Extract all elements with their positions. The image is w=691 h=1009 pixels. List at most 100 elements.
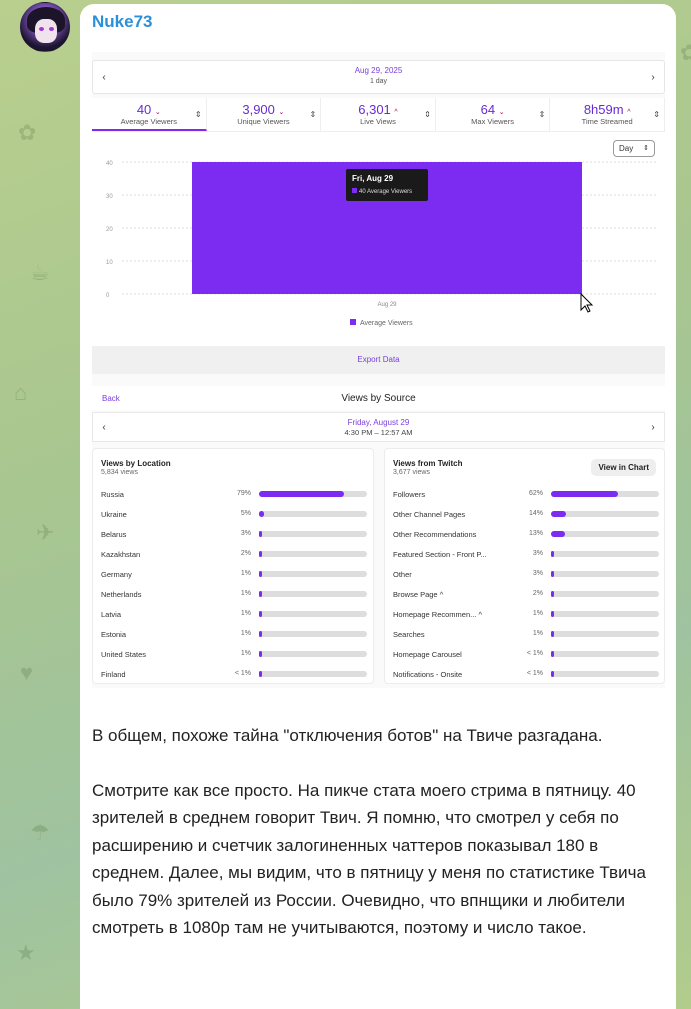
source-percent: 1% [532, 630, 543, 637]
source-name: Other [393, 570, 412, 579]
source-name: Germany [101, 570, 132, 579]
source-percent: 62% [528, 490, 543, 497]
bg-doodle-icon: ♥ [20, 660, 34, 685]
source-name: Belarus [101, 530, 127, 539]
source-row: Russia 79% [93, 485, 373, 505]
percent-track [551, 671, 659, 677]
source-date-bar: ‹ Friday, August 29 4:30 PM – 12:57 AM › [92, 412, 665, 442]
source-name: Kazakhstan [101, 550, 141, 559]
source-row: Notifications - Onsite < 1% [385, 665, 664, 685]
percent-track [259, 631, 367, 637]
average-viewers-chart: 0 10 20 30 40 Aug 29 Fri, Aug 29 40 Average Vie… [106, 161, 657, 327]
location-subtitle: 5,834 views [101, 469, 138, 476]
stat-value: 6,301 ^ [358, 102, 398, 117]
percent-track [259, 591, 367, 597]
source-row: Other 3% [385, 565, 664, 585]
stats-tabs: 40 ⌄ Average Viewers ⇕ 3,900 ⌄ Unique Viewer… [92, 98, 665, 132]
stat-tab[interactable]: 40 ⌄ Average Viewers ⇕ [92, 98, 207, 131]
trend-icon: ^ [627, 109, 631, 116]
source-row: Featured Section - Front P... 3% [385, 545, 664, 565]
source-percent: < 1% [526, 670, 543, 677]
stat-value: 64 ⌄ [480, 102, 505, 117]
tooltip-swatch [352, 188, 357, 193]
source-row: Other Channel Pages 14% [385, 505, 664, 525]
sort-icon: ⇕ [309, 110, 317, 119]
range-label: 1 day [369, 78, 388, 85]
views-by-source-header: Back Views by Source [92, 386, 665, 410]
percent-fill [551, 571, 555, 577]
source-name: Notifications - Onsite [393, 670, 463, 679]
stat-label: Max Viewers [471, 117, 514, 126]
stat-value: 40 ⌄ [136, 102, 161, 117]
source-row: United States 1% [93, 645, 373, 665]
source-name: Followers [393, 490, 426, 499]
percent-fill [551, 491, 618, 497]
percent-track [259, 651, 367, 657]
percent-fill [551, 611, 554, 617]
stat-label: Average Viewers [120, 117, 178, 126]
percent-track [259, 491, 367, 497]
next-day-button[interactable]: › [642, 413, 664, 441]
source-row: Ukraine 5% [93, 505, 373, 525]
trend-icon: ⌄ [498, 109, 505, 116]
chart-area: Day ⇕ 0 10 20 30 40 Aug 29 Fri, Aug 29 40 Averag… [92, 132, 665, 346]
message-paragraph: Смотрите как все просто. На пикче стата … [92, 780, 646, 938]
source-row: Homepage Carousel < 1% [385, 645, 664, 665]
percent-track [551, 611, 659, 617]
stat-tab[interactable]: 6,301 ^ Live Views ⇕ [321, 98, 436, 131]
source-row: Searches 1% [385, 625, 664, 645]
source-percent: 13% [528, 530, 543, 537]
percent-track [551, 631, 659, 637]
source-name: Other Channel Pages [393, 510, 466, 519]
sort-icon: ⇕ [194, 110, 202, 119]
stat-label: Live Views [360, 117, 396, 126]
percent-fill [259, 591, 262, 597]
source-name: United States [101, 650, 147, 659]
percent-fill [551, 531, 566, 537]
source-percent: 79% [236, 490, 251, 497]
source-name: Finland [101, 670, 126, 679]
percent-track [551, 491, 659, 497]
source-date: Friday, August 29 [347, 418, 410, 427]
day-select[interactable]: Day ⇕ [613, 140, 655, 157]
screenshot-image[interactable]: ‹ Aug 29, 2025 1 day › 40 ⌄ Average Viewe… [92, 52, 665, 688]
source-row: Germany 1% [93, 565, 373, 585]
stat-tab[interactable]: 8h59m ^ Time Streamed ⇕ [550, 98, 665, 131]
source-percent: 3% [240, 530, 251, 537]
message-bubble: Nuke73 ‹ Aug 29, 2025 1 day › 40 ⌄ Averag… [80, 4, 676, 1009]
percent-fill [551, 551, 555, 557]
twitch-subtitle: 3,677 views [393, 469, 430, 476]
percent-track [551, 551, 659, 557]
stat-tab[interactable]: 3,900 ⌄ Unique Viewers ⇕ [207, 98, 322, 131]
x-tick-label: Aug 29 [377, 302, 397, 308]
source-name: Homepage Recommen... ^ [393, 610, 482, 619]
tooltip-line: 40 Average Viewers [359, 189, 412, 195]
trend-icon: ^ [394, 109, 398, 116]
source-name: Latvia [101, 610, 122, 619]
percent-fill [551, 631, 554, 637]
location-panel: Views by Location 5,834 views Russia 79% U… [92, 448, 374, 684]
source-percent: 3% [532, 570, 543, 577]
view-in-chart-button[interactable]: View in Chart [591, 459, 656, 476]
y-tick-label: 10 [106, 260, 113, 266]
source-name: Browse Page ^ [393, 590, 444, 599]
source-name: Estonia [101, 630, 127, 639]
select-arrows-icon: ⇕ [643, 145, 649, 152]
author-name[interactable]: Nuke73 [92, 12, 152, 32]
percent-fill [259, 631, 262, 637]
y-tick-label: 0 [106, 293, 110, 299]
message-text: В общем, похоже тайна "отключения ботов"… [92, 722, 662, 969]
next-date-button[interactable]: › [642, 61, 664, 93]
trend-icon: ⌄ [154, 109, 161, 116]
author-avatar[interactable] [20, 2, 70, 52]
sort-icon: ⇕ [653, 110, 660, 119]
export-data-button[interactable]: Export Data [92, 346, 665, 374]
source-percent: < 1% [234, 670, 251, 677]
source-percent: 1% [240, 610, 251, 617]
source-percent: 1% [240, 570, 251, 577]
source-percent: 3% [532, 550, 543, 557]
percent-fill [259, 611, 262, 617]
stat-value: 8h59m ^ [583, 102, 631, 117]
stat-tab[interactable]: 64 ⌄ Max Viewers ⇕ [436, 98, 551, 131]
percent-track [259, 531, 367, 537]
